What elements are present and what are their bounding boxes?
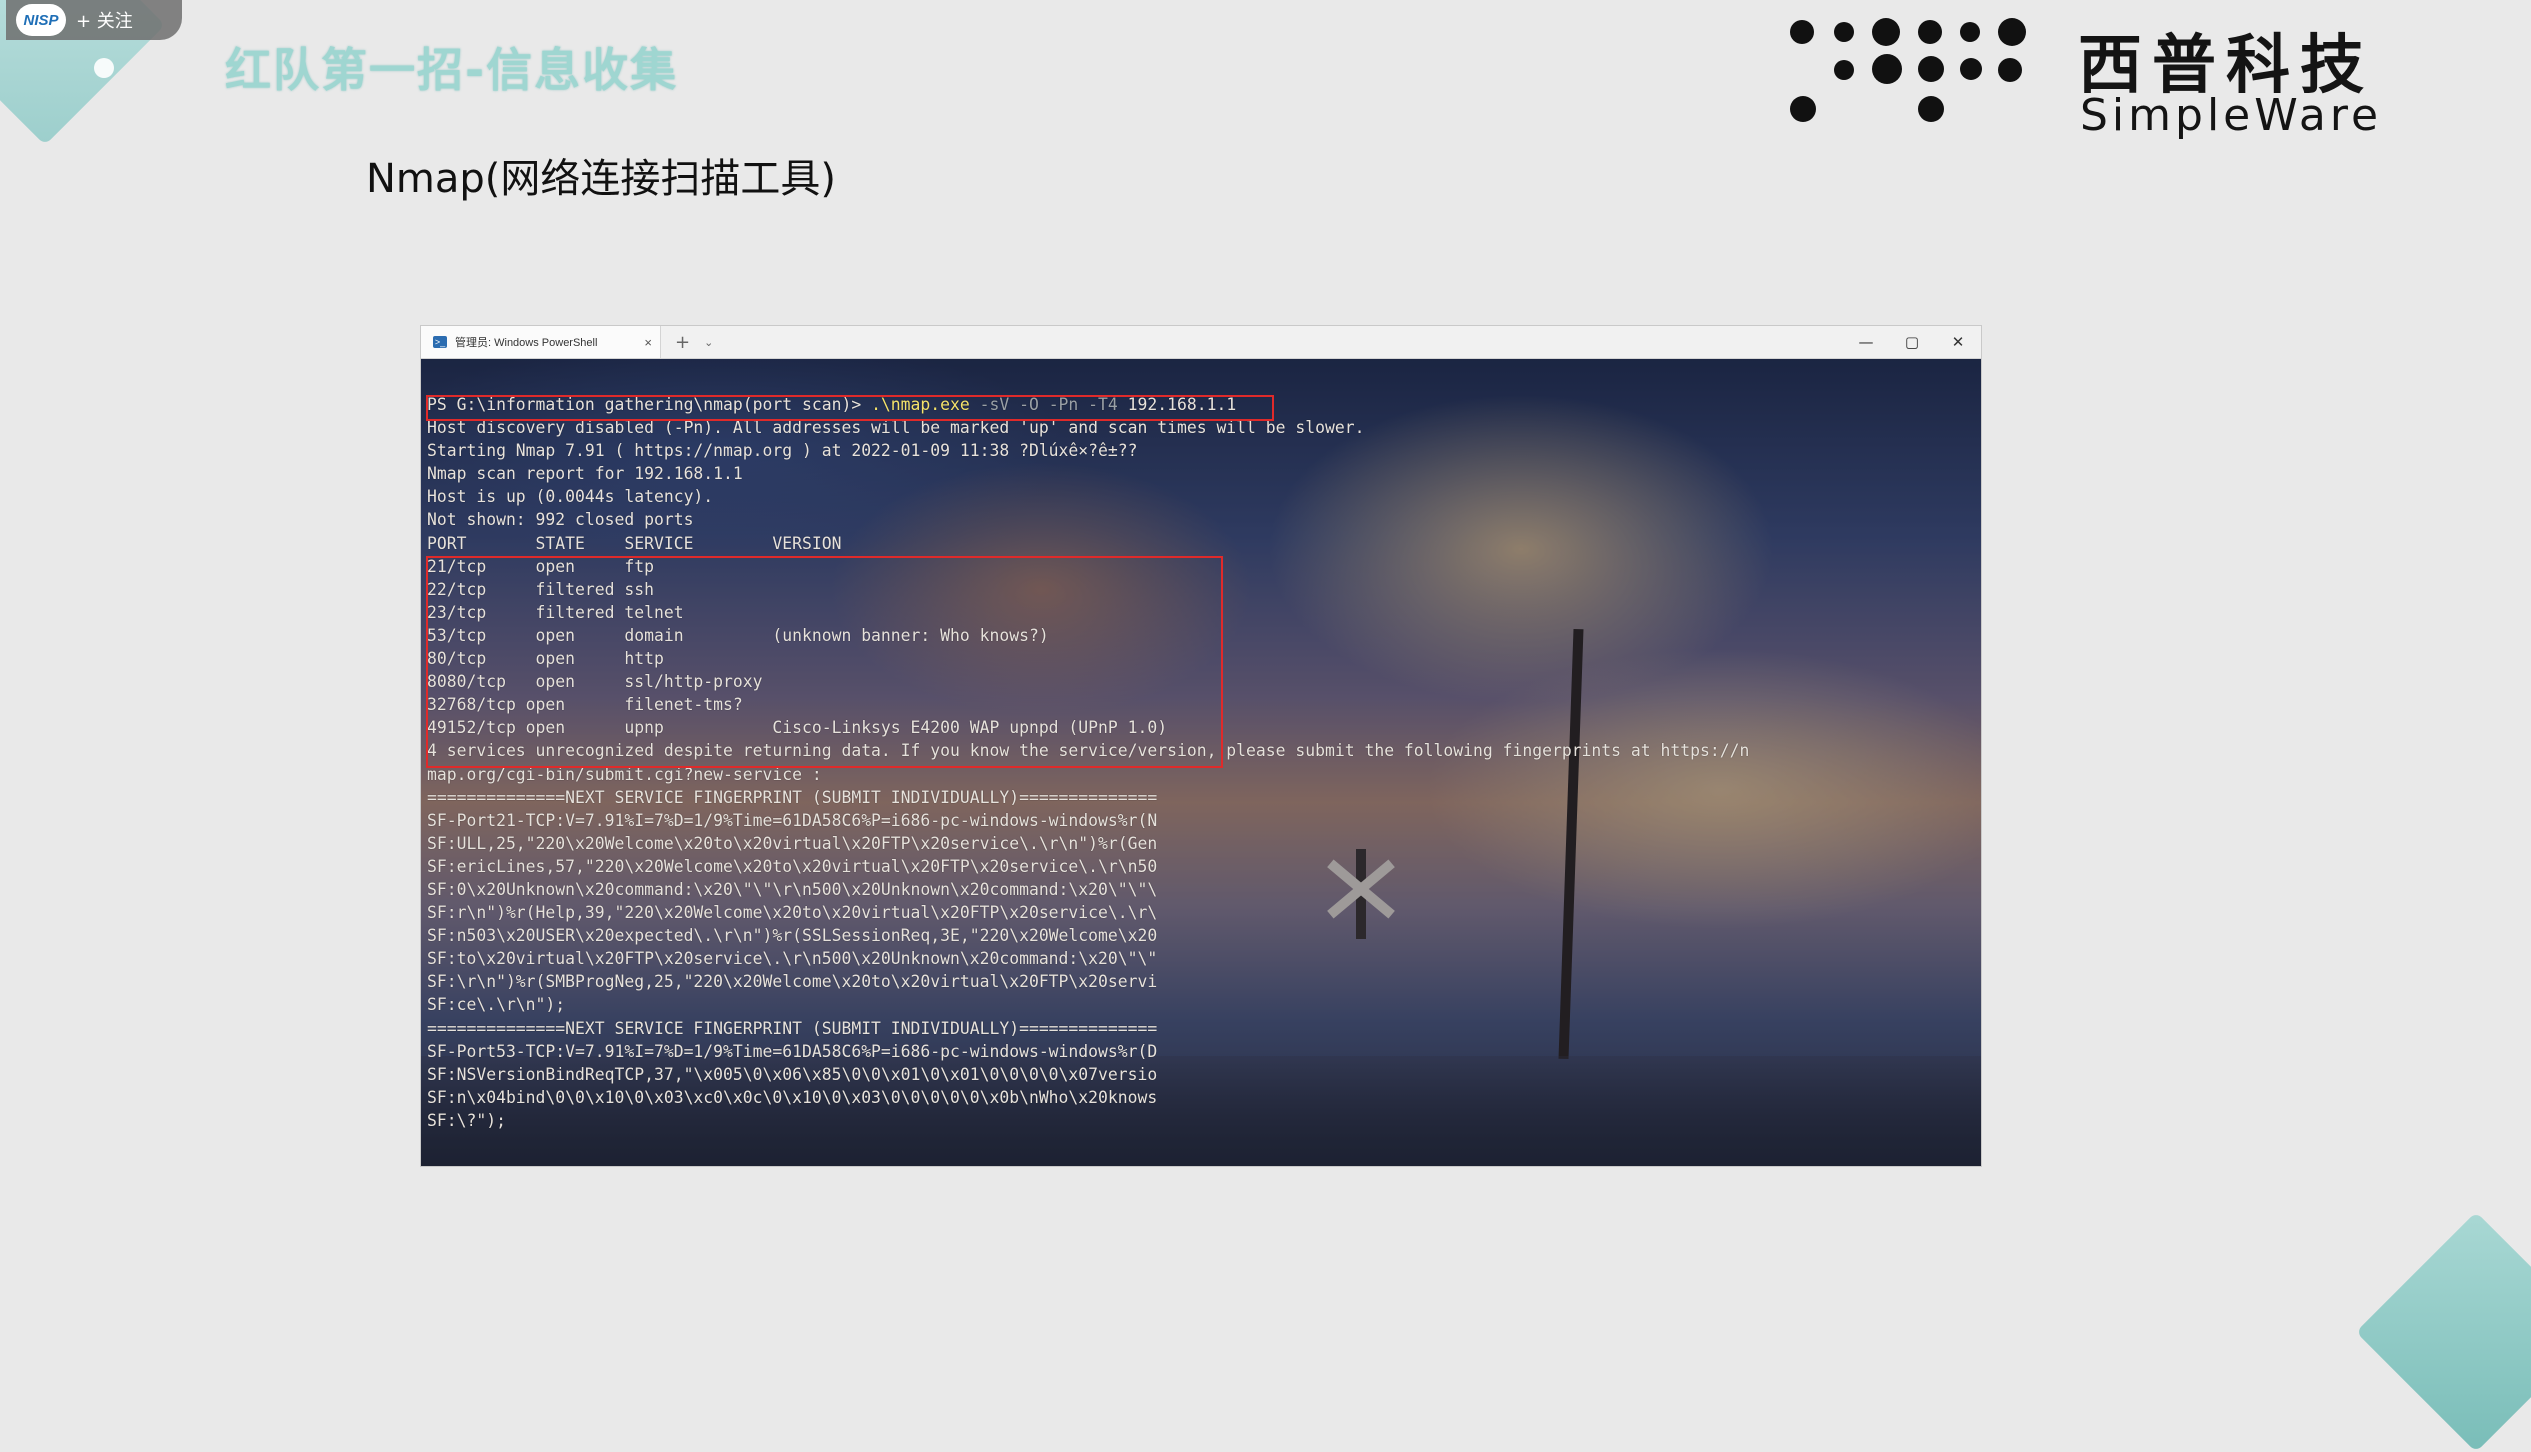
brand-dots-icon [1782,12,2052,132]
terminal-line: Nmap scan report for 192.168.1.1 [427,464,743,484]
chevron-down-icon[interactable]: ⌄ [704,336,713,349]
terminal-line: SF:\?"); [427,1110,506,1130]
terminal-line: SF-Port53-TCP:V=7.91%I=7%D=1/9%Time=61DA… [427,1041,1158,1061]
new-tab-button[interactable]: + [675,332,690,353]
terminal-line: SF:to\x20virtual\x20FTP\x20service\.\r\n… [427,949,1158,969]
terminal-line: SF:r\n")%r(Help,39,"220\x20Welcome\x20to… [427,903,1158,923]
terminal-line: 53/tcp open domain (unknown banner: Who … [427,625,1049,645]
terminal-line: Not shown: 992 closed ports [427,510,694,530]
decorative-dot [94,58,114,78]
brand-logo: 西普科技 SimpleWare [1782,12,2402,141]
brand-name-en: SimpleWare [2080,90,2383,141]
terminal-line: ==============NEXT SERVICE FINGERPRINT (… [427,787,1158,807]
tab-powershell[interactable]: >_ 管理员: Windows PowerShell × [421,326,661,358]
output-lines: Host discovery disabled (-Pn). All addre… [427,416,1975,1132]
tab-title: 管理员: Windows PowerShell [455,337,598,349]
command-target: 192.168.1.1 [1117,395,1237,414]
terminal-line: ==============NEXT SERVICE FINGERPRINT (… [427,1018,1158,1038]
terminal-line: map.org/cgi-bin/submit.cgi?new-service : [427,764,822,784]
terminal-line: SF:\r\n")%r(SMBProgNeg,25,"220\x20Welcom… [427,972,1158,992]
terminal-line: 23/tcp filtered telnet [427,602,684,622]
uploader-chip: NISP + 关注 [6,0,182,40]
powershell-window: >_ 管理员: Windows PowerShell × + ⌄ — ▢ ✕ P… [421,326,1981,1166]
terminal-line: Host discovery disabled (-Pn). All addre… [427,418,1365,438]
slide-title: 红队第一招-信息收集 [225,43,679,97]
terminal-line: SF:0\x20Unknown\x20command:\x20\"\"\r\n5… [427,879,1158,899]
terminal-line: SF:n\x04bind\0\0\x10\0\x03\xc0\x0c\0\x10… [427,1087,1158,1107]
terminal-line: SF:n503\x20USER\x20expected\.\r\n")%r(SS… [427,926,1158,946]
prompt: PS G:\information gathering\nmap(port sc… [427,395,872,414]
terminal-line: 49152/tcp open upnp Cisco-Linksys E4200 … [427,718,1168,738]
tab-close-icon[interactable]: × [644,335,652,350]
slide-subtitle: Nmap(网络连接扫描工具) [366,156,836,202]
terminal-line: 80/tcp open http [427,649,664,669]
terminal-line: 8080/tcp open ssl/http-proxy [427,672,763,692]
corner-decoration-bottom-right [2355,1211,2531,1452]
terminal-line: 22/tcp filtered ssh [427,579,654,599]
window-titlebar[interactable]: >_ 管理员: Windows PowerShell × + ⌄ — ▢ ✕ [421,326,1981,359]
terminal-output: PS G:\information gathering\nmap(port sc… [427,393,1975,1132]
terminal-line: Host is up (0.0044s latency). [427,487,714,507]
terminal-line: 4 services unrecognized despite returnin… [427,741,1750,761]
terminal-line: 32768/tcp open filenet-tms? [427,695,743,715]
command-text: .\nmap.exe [871,395,970,414]
terminal-body[interactable]: PS G:\information gathering\nmap(port sc… [421,359,1981,1166]
terminal-line: 21/tcp open ftp [427,556,654,576]
terminal-line: SF:NSVersionBindReqTCP,37,"\x005\0\x06\x… [427,1064,1158,1084]
minimize-button[interactable]: — [1843,326,1889,358]
terminal-line: SF:ericLines,57,"220\x20Welcome\x20to\x2… [427,856,1158,876]
close-button[interactable]: ✕ [1935,326,1981,358]
terminal-line: PORT STATE SERVICE VERSION [427,533,842,553]
powershell-icon: >_ [433,336,447,348]
command-line: PS G:\information gathering\nmap(port sc… [427,393,1975,416]
window-controls: — ▢ ✕ [1843,326,1981,358]
terminal-line: SF:ce\.\r\n"); [427,995,566,1015]
terminal-line: SF:ULL,25,"220\x20Welcome\x20to\x20virtu… [427,833,1158,853]
follow-button[interactable]: + 关注 [76,7,133,33]
maximize-button[interactable]: ▢ [1889,326,1935,358]
terminal-line: SF-Port21-TCP:V=7.91%I=7%D=1/9%Time=61DA… [427,810,1158,830]
terminal-line: Starting Nmap 7.91 ( https://nmap.org ) … [427,441,1138,461]
command-args: -sV -O -Pn -T4 [969,395,1118,414]
nisp-logo[interactable]: NISP [16,4,66,36]
